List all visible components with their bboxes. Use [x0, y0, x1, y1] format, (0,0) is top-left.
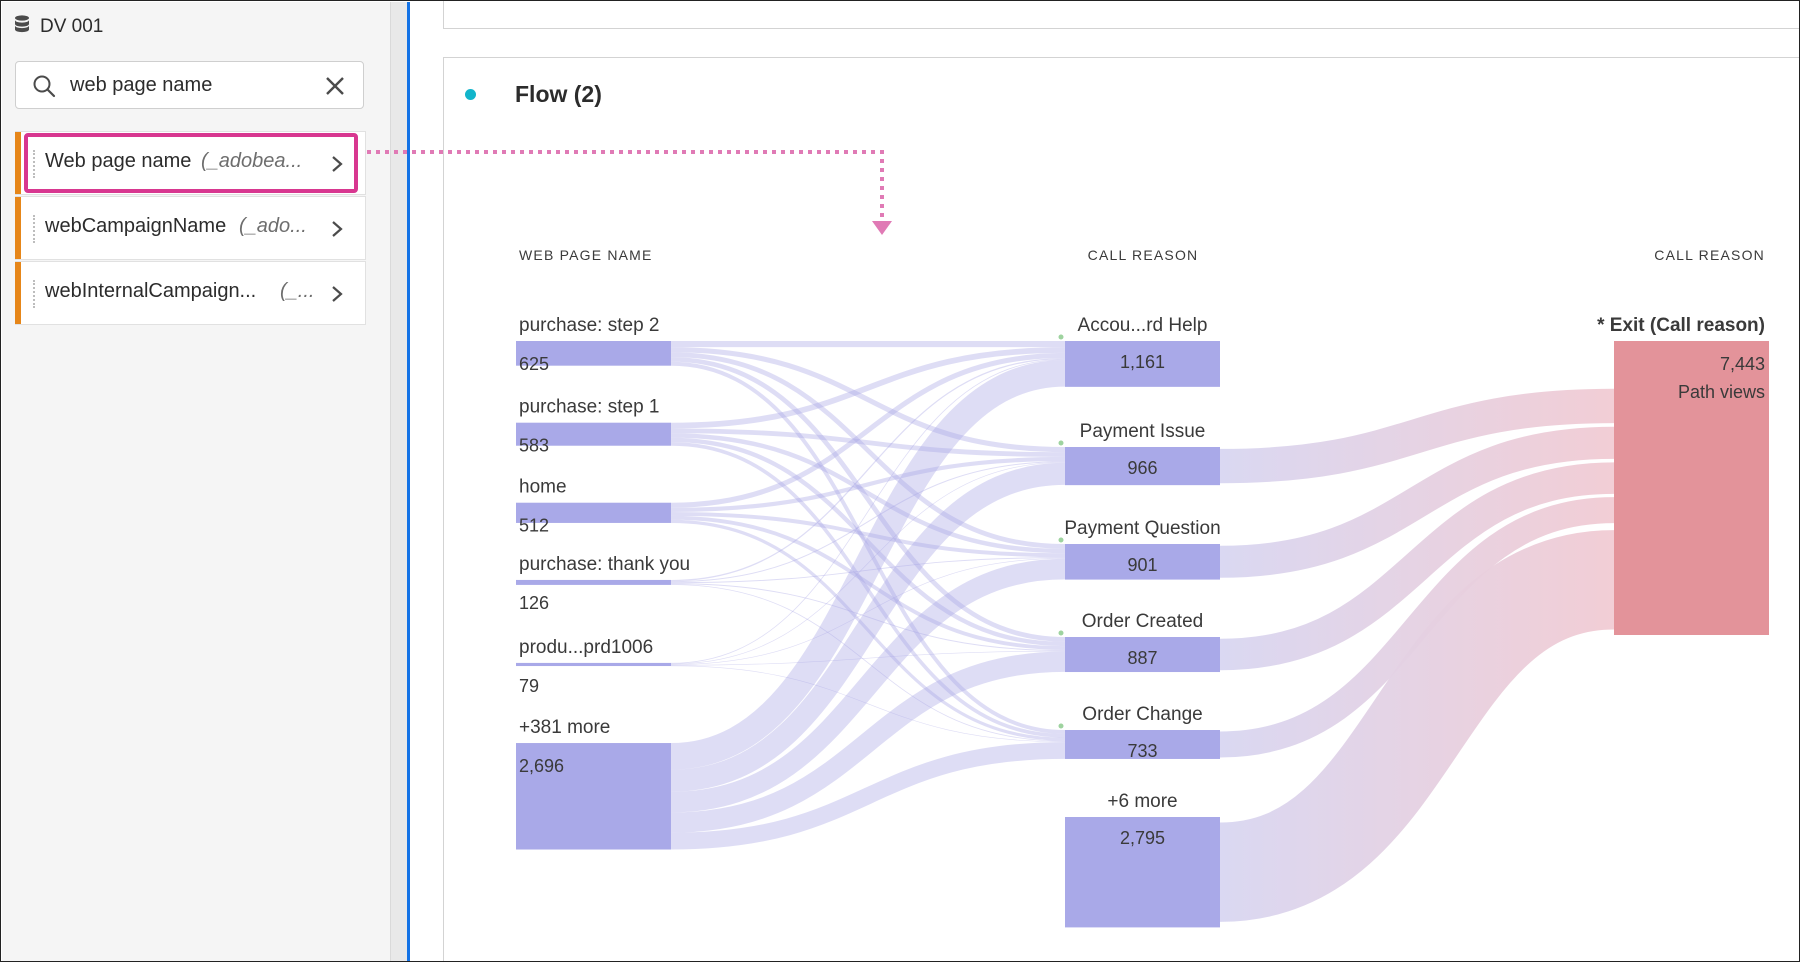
flow-node-left[interactable]: +381 more 2,696 — [516, 717, 671, 850]
link-marker — [1058, 723, 1064, 729]
node-value: 901 — [1127, 555, 1157, 575]
node-value: 79 — [519, 676, 539, 696]
annotation-arrow — [367, 150, 884, 229]
node-value: 733 — [1127, 741, 1157, 761]
column-header-call-reason-exit[interactable]: CALL REASON — [1654, 247, 1765, 263]
node-label: Order Created — [1082, 611, 1203, 632]
node-label: Order Change — [1082, 704, 1202, 725]
node-label: purchase: thank you — [519, 554, 690, 575]
link-marker — [1058, 630, 1064, 636]
node-label: Payment Issue — [1080, 421, 1206, 442]
column-header-web-page-name[interactable]: WEB PAGE NAME — [519, 247, 653, 263]
node-value: 966 — [1127, 458, 1157, 478]
node-sublabel: Path views — [1678, 382, 1765, 402]
node-bar[interactable] — [516, 579, 671, 585]
node-value: 2,795 — [1120, 828, 1165, 848]
flow-chart: purchase: step 2 625 purchase: step 1 583 ho… — [367, 150, 1769, 928]
node-label: * Exit (Call reason) — [1597, 315, 1765, 336]
link-marker — [1058, 334, 1064, 340]
node-value: 7,443 — [1720, 354, 1765, 374]
column-header-call-reason[interactable]: CALL REASON — [1088, 247, 1199, 263]
flow-node-middle[interactable]: Accou...rd Help 1,161 — [1065, 315, 1220, 387]
node-bar[interactable] — [516, 662, 671, 667]
flow-node-left[interactable]: home 512 — [516, 477, 671, 536]
node-label: Payment Question — [1064, 518, 1220, 539]
flow-node-exit[interactable]: * Exit (Call reason) 7,443 Path views — [1597, 315, 1769, 635]
node-label: purchase: step 1 — [519, 397, 659, 418]
flow-node-middle[interactable]: Order Change 733 — [1065, 704, 1220, 761]
node-label: home — [519, 477, 567, 498]
node-label: +6 more — [1107, 791, 1177, 812]
node-value: 2,696 — [519, 756, 564, 776]
node-label: Accou...rd Help — [1078, 315, 1208, 336]
node-label: purchase: step 2 — [519, 315, 659, 336]
screenshot-frame: DV 001 Web page name (_adobea... webCamp… — [0, 0, 1800, 962]
flow-node-left[interactable]: purchase: step 2 625 — [516, 315, 671, 374]
flow-node-middle[interactable]: Payment Issue 966 — [1065, 421, 1220, 486]
flow-node-left[interactable]: produ...prd1006 79 — [516, 637, 671, 696]
flow-node-middle[interactable]: Payment Question 901 — [1064, 518, 1221, 580]
flow-node-left[interactable]: purchase: thank you 126 — [516, 554, 690, 613]
flow-node-middle[interactable]: Order Created 887 — [1065, 611, 1220, 673]
node-value: 1,161 — [1120, 352, 1165, 372]
link-marker — [1058, 440, 1064, 446]
link-marker — [1058, 537, 1064, 543]
node-value: 126 — [519, 593, 549, 613]
flow-node-left[interactable]: purchase: step 1 583 — [516, 397, 671, 456]
node-label: produ...prd1006 — [519, 637, 653, 658]
node-value: 625 — [519, 354, 549, 374]
flow-node-middle[interactable]: +6 more 2,795 — [1065, 791, 1220, 928]
node-label: +381 more — [519, 717, 610, 738]
annotation-arrowhead — [872, 221, 892, 235]
node-value: 887 — [1127, 648, 1157, 668]
node-value: 512 — [519, 516, 549, 536]
node-value: 583 — [519, 436, 549, 456]
